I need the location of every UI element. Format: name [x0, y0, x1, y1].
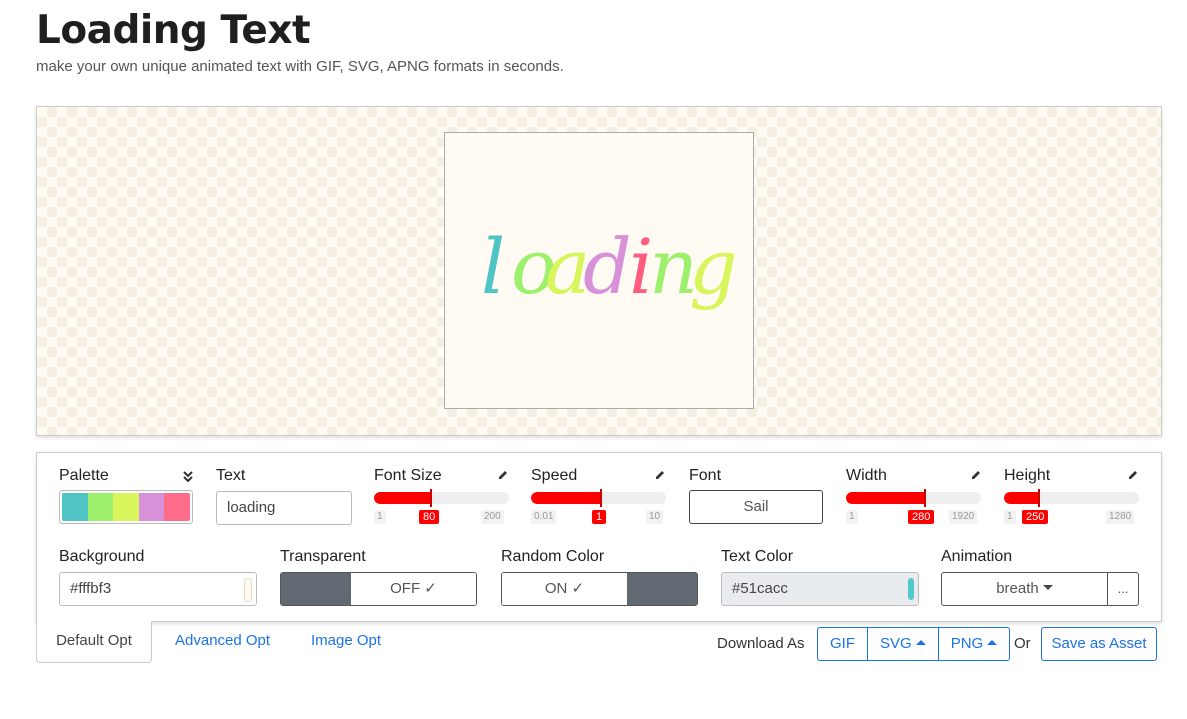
width-min: 1: [846, 510, 858, 524]
animation-value: breath: [996, 580, 1039, 597]
palette-swatch: [138, 493, 165, 521]
preview-letter: d: [583, 222, 632, 311]
animation-group: breath ...: [941, 572, 1139, 606]
font-size-min: 1: [374, 510, 386, 524]
double-chevron-down-icon[interactable]: [182, 469, 194, 483]
options-panel: Palette Text loading Font Size 1 80 200 …: [36, 452, 1162, 622]
text-color-swatch[interactable]: [908, 578, 914, 600]
palette-swatch: [164, 493, 190, 521]
loading-text-preview: l oading: [481, 222, 738, 311]
or-label: Or: [1014, 635, 1031, 652]
text-color-label: Text Color: [721, 548, 794, 565]
tab-image-opt[interactable]: Image Opt: [311, 632, 381, 649]
palette-picker[interactable]: [59, 490, 193, 524]
font-size-value: 80: [419, 510, 440, 524]
background-color-swatch[interactable]: [244, 578, 252, 602]
random-color-toggle[interactable]: ON ✓: [501, 572, 698, 606]
transparent-toggle[interactable]: OFF ✓: [280, 572, 477, 606]
pencil-icon[interactable]: [970, 469, 982, 484]
palette-swatch: [113, 493, 139, 521]
animation-label: Animation: [941, 548, 1013, 565]
text-input[interactable]: loading: [216, 491, 352, 525]
tab-default-opt[interactable]: Default Opt: [36, 621, 152, 663]
text-label: Text: [216, 467, 246, 484]
palette-swatch: [62, 493, 88, 521]
caret-up-icon: [987, 639, 998, 645]
palette-swatch: [87, 493, 114, 521]
tab-advanced-opt[interactable]: Advanced Opt: [175, 632, 270, 649]
check-icon: ✓: [571, 580, 585, 597]
download-svg-button[interactable]: SVG: [868, 628, 939, 660]
pencil-icon[interactable]: [654, 469, 666, 484]
height-max: 1280: [1106, 510, 1135, 524]
transparent-value: OFF: [390, 580, 421, 597]
preview-area: loading: [36, 106, 1162, 436]
background-color-input[interactable]: #fffbf3: [59, 572, 257, 606]
check-icon: ✓: [424, 580, 437, 597]
download-button-group: GIF SVG PNG: [817, 627, 1011, 661]
save-as-asset-button[interactable]: Save as Asset: [1041, 627, 1157, 661]
font-select-button[interactable]: Sail: [689, 490, 823, 524]
background-color-value: #fffbf3: [70, 580, 112, 597]
speed-max: 10: [646, 510, 664, 524]
animation-more-button[interactable]: ...: [1107, 573, 1138, 605]
pencil-icon[interactable]: [497, 469, 509, 484]
height-min: 1: [1004, 510, 1016, 524]
animation-dropdown[interactable]: breath: [942, 573, 1107, 605]
palette-label: Palette: [59, 467, 109, 484]
font-size-max: 200: [481, 510, 504, 524]
height-label: Height: [1004, 467, 1051, 484]
preview-letter: l: [481, 222, 505, 311]
font-size-slider[interactable]: [374, 492, 509, 504]
caret-up-icon: [915, 639, 926, 645]
font-size-label: Font Size: [374, 467, 442, 484]
speed-label: Speed: [531, 467, 578, 484]
download-gif-button[interactable]: GIF: [818, 628, 868, 660]
speed-slider-handle[interactable]: [600, 489, 602, 507]
font-label: Font: [689, 467, 722, 484]
transparent-label: Transparent: [280, 548, 366, 565]
text-color-value: #51cacc: [732, 580, 788, 597]
width-value: 280: [908, 510, 935, 524]
download-as-label: Download As: [717, 635, 805, 652]
background-label: Background: [59, 548, 145, 565]
text-color-input[interactable]: #51cacc: [721, 572, 919, 606]
random-color-label: Random Color: [501, 548, 605, 565]
width-label: Width: [846, 467, 887, 484]
pencil-icon[interactable]: [1127, 469, 1139, 484]
page-title: Loading Text: [36, 8, 311, 53]
height-slider[interactable]: [1004, 492, 1139, 504]
font-size-slider-handle[interactable]: [430, 489, 432, 507]
caret-down-icon: [1042, 584, 1053, 590]
width-slider-handle[interactable]: [924, 489, 926, 507]
height-slider-handle[interactable]: [1038, 489, 1040, 507]
speed-slider[interactable]: [531, 492, 666, 504]
height-value: 250: [1022, 510, 1049, 524]
page-subtitle: make your own unique animated text with …: [36, 58, 564, 75]
preview-canvas: loading: [444, 132, 754, 409]
speed-value: 1: [592, 510, 607, 524]
preview-letter: g: [689, 222, 738, 311]
random-color-value: ON: [544, 580, 568, 597]
width-slider[interactable]: [846, 492, 981, 504]
speed-min: 0.01: [531, 510, 557, 524]
width-max: 1920: [949, 510, 978, 524]
download-png-button[interactable]: PNG: [939, 628, 1010, 660]
